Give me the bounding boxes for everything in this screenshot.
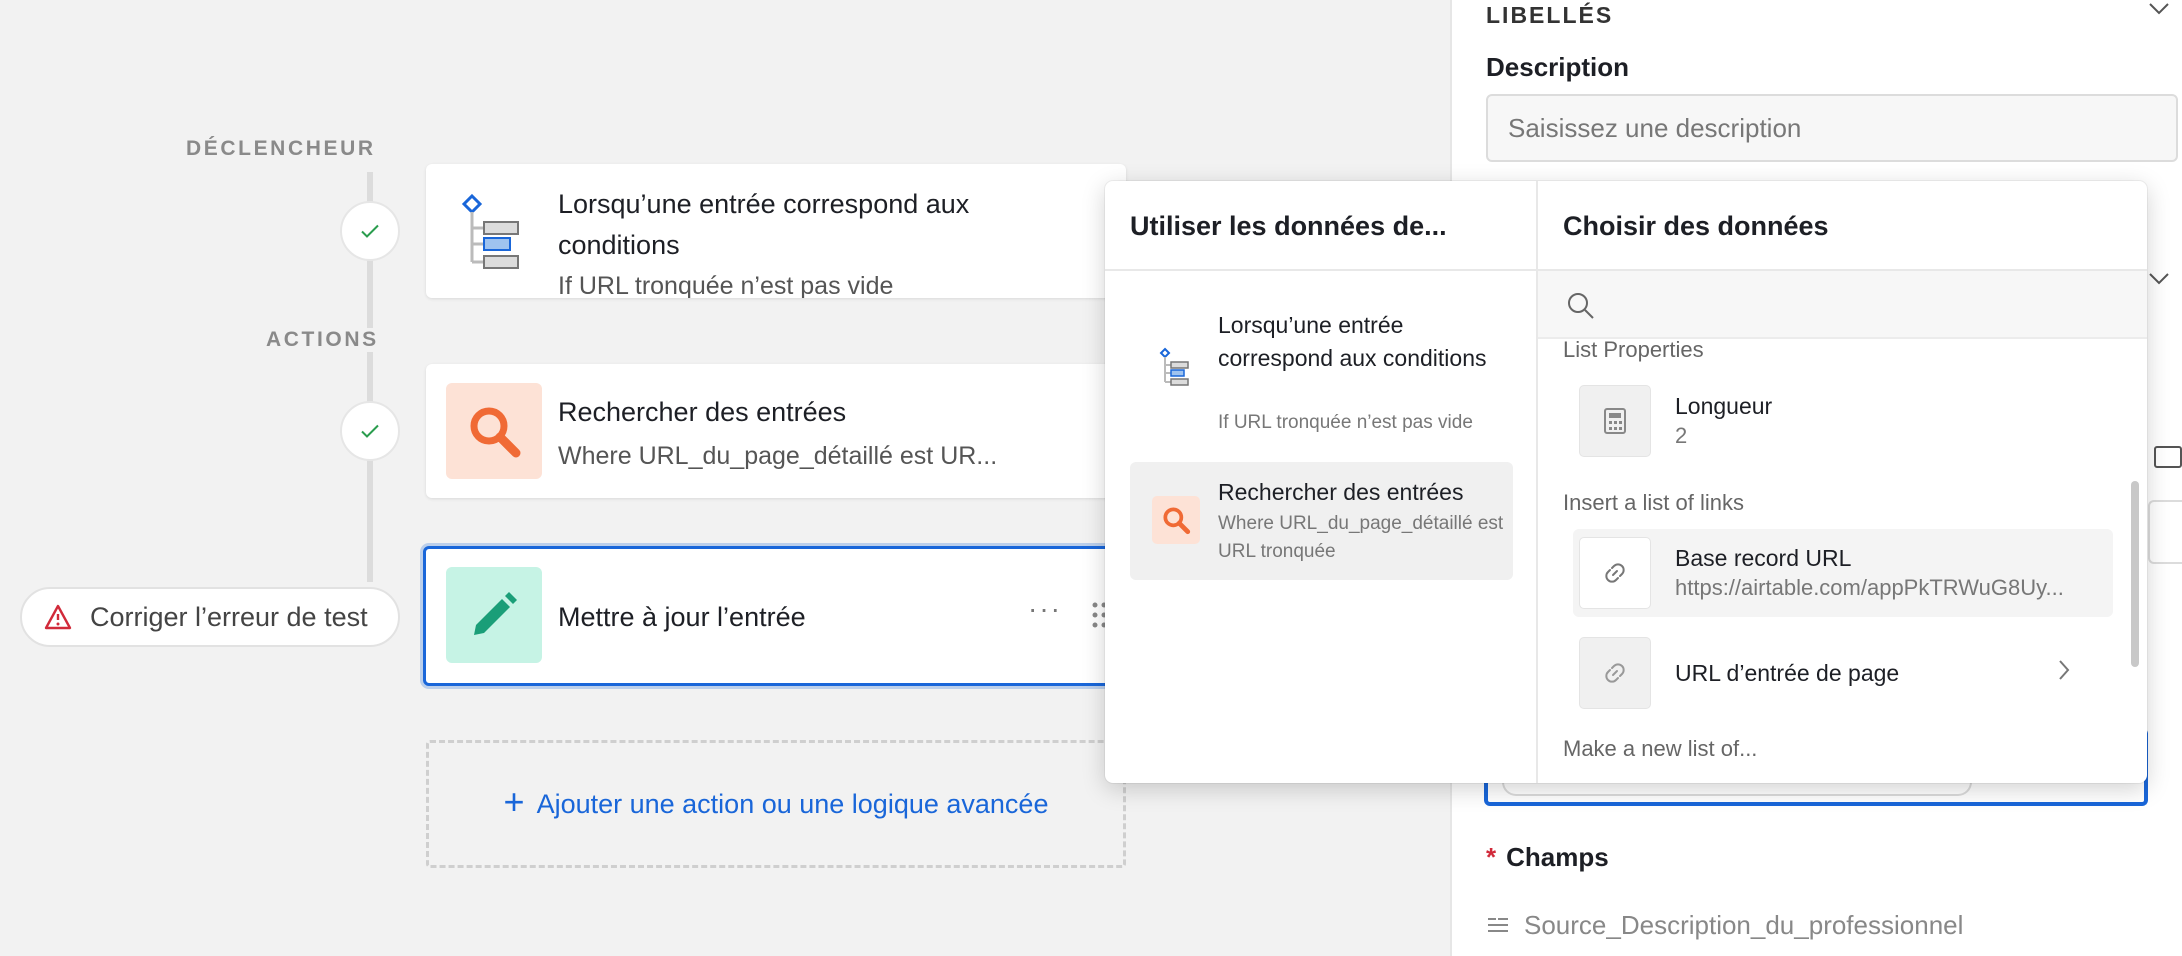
condition-icon	[1152, 343, 1200, 391]
fields-label: * Champs	[1486, 842, 1609, 873]
search-card-subtitle: Where URL_du_page_détaillé est UR...	[558, 442, 998, 470]
data-item-title: URL d’entrée de page	[1675, 660, 1900, 686]
required-marker: *	[1486, 842, 1497, 872]
fix-test-error-label: Corriger l’erreur de test	[90, 601, 368, 632]
data-item-title: Base record URL	[1675, 545, 1852, 571]
search-icon	[446, 383, 542, 479]
pencil-icon	[446, 567, 542, 663]
chevron-down-icon[interactable]	[2148, 2, 2170, 21]
expand-icon[interactable]	[2154, 446, 2182, 468]
data-search-input[interactable]	[1538, 271, 2147, 339]
data-item-value: https://airtable.com/appPkTRWuG8Uy...	[1675, 575, 2064, 600]
field-name: Source_Description_du_professionnel	[1524, 910, 1964, 940]
link-icon	[1579, 537, 1651, 609]
data-item-page-entry-url[interactable]: URL d’entrée de page	[1573, 629, 2113, 717]
source-item-subtitle: If URL tronquée n’est pas vide	[1218, 412, 1473, 433]
make-new-list-label[interactable]: Make a new list of...	[1563, 736, 1757, 762]
update-card-title: Mettre à jour l’entrée	[558, 602, 806, 632]
long-text-icon	[1488, 917, 1508, 932]
data-source-header: Utiliser les données de...	[1130, 211, 1447, 241]
trigger-title-line1: Lorsqu’une entrée correspond aux	[558, 189, 970, 219]
check-icon	[361, 224, 379, 238]
choose-data-header: Choisir des données	[1563, 211, 1829, 241]
check-icon	[361, 424, 379, 438]
data-item-value: 2	[1675, 423, 1688, 448]
choose-data-column: Choisir des données List Properties Long…	[1538, 181, 2147, 783]
condition-icon	[446, 184, 542, 280]
search-icon	[1152, 496, 1200, 544]
select-field-edge[interactable]	[2148, 500, 2182, 564]
source-item-trigger[interactable]: Lorsqu’une entrée correspond aux conditi…	[1130, 309, 1513, 449]
source-item-title: Rechercher des entrées	[1218, 479, 1464, 505]
labels-section-title: LIBELLÉS	[1486, 2, 1614, 28]
fix-test-error-button[interactable]: Corriger l’erreur de test	[20, 587, 400, 647]
data-item-length[interactable]: Longueur 2	[1573, 377, 2113, 465]
source-item-title: Lorsqu’une entrée correspond aux conditi…	[1218, 312, 1487, 371]
data-source-column: Utiliser les données de... Lorsqu’une en…	[1105, 181, 1538, 783]
divider	[1105, 269, 1536, 271]
fields-label-text: Champs	[1506, 842, 1609, 872]
insert-links-label: Insert a list of links	[1563, 490, 1744, 515]
source-item-subtitle: Where URL_du_page_détaillé est URL tronq…	[1218, 513, 1504, 562]
chevron-right-icon[interactable]	[2057, 659, 2071, 686]
chevron-down-icon[interactable]	[2148, 272, 2170, 291]
trigger-card-title: Lorsqu’une entrée correspond aux conditi…	[558, 184, 969, 266]
data-item-title: Longueur	[1675, 393, 1773, 419]
source-item-search[interactable]: Rechercher des entrées Where URL_du_page…	[1130, 462, 1513, 580]
trigger-card[interactable]: Lorsqu’une entrée correspond aux conditi…	[426, 164, 1126, 298]
calculator-icon	[1579, 385, 1651, 457]
search-icon	[1568, 293, 1594, 319]
plus-icon: +	[503, 781, 525, 822]
trigger-title-line2: conditions	[558, 230, 680, 260]
warning-icon	[44, 604, 72, 630]
trigger-card-subtitle: If URL tronquée n’est pas vide	[558, 272, 894, 298]
data-item-base-record-url[interactable]: Base record URL https://airtable.com/app…	[1573, 529, 2113, 617]
search-status-check	[340, 401, 400, 461]
list-properties-label: List Properties	[1563, 337, 1704, 362]
search-card-title: Rechercher des entrées	[558, 397, 847, 427]
add-action-button[interactable]: + Ajouter une action ou une logique avan…	[426, 740, 1126, 868]
more-options-icon[interactable]: ···	[1028, 593, 1062, 625]
scrollbar[interactable]	[2131, 481, 2139, 667]
trigger-section-label: DÉCLENCHEUR	[186, 137, 376, 160]
link-icon	[1579, 637, 1651, 709]
description-input[interactable]: Saisissez une description	[1486, 94, 2178, 162]
trigger-status-check	[340, 201, 400, 261]
search-records-card[interactable]: Rechercher des entrées Where URL_du_page…	[426, 364, 1126, 498]
add-action-label: Ajouter une action ou une logique avancé…	[536, 788, 1049, 819]
update-record-card[interactable]: Mettre à jour l’entrée ···	[423, 546, 1129, 686]
description-label: Description	[1486, 52, 1630, 82]
data-picker-popover: Utiliser les données de... Lorsqu’une en…	[1105, 181, 2147, 783]
field-row[interactable]: Source_Description_du_professionnel	[1486, 910, 1963, 941]
actions-section-label: ACTIONS	[262, 328, 383, 352]
